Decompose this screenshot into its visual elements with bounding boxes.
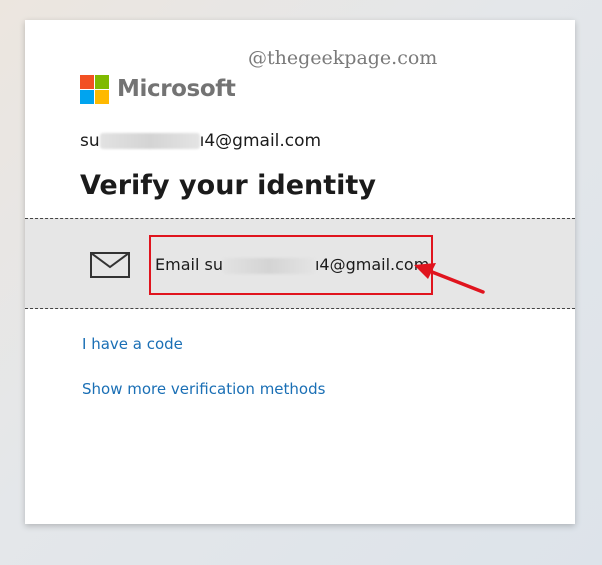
highlight-box: [149, 235, 433, 295]
redacted-text: [99, 133, 200, 149]
watermark: @thegeekpage.com: [248, 47, 438, 69]
more-methods-link[interactable]: Show more verification methods: [82, 380, 325, 398]
microsoft-logo: Microsoft: [80, 75, 236, 104]
account-email-prefix: su: [80, 131, 100, 151]
sign-in-card: Microsoft su ı4@gmail.com Verify your ide…: [25, 20, 575, 524]
microsoft-logo-icon: [80, 75, 109, 104]
brand-name: Microsoft: [117, 76, 236, 102]
page-title: Verify your identity: [80, 170, 376, 201]
have-code-link[interactable]: I have a code: [82, 335, 183, 353]
account-email-suffix: ı4@gmail.com: [199, 131, 322, 151]
envelope-icon: [90, 252, 130, 278]
verify-option-email[interactable]: Email su ı4@gmail.com: [25, 218, 575, 309]
red-arrow-icon: [414, 263, 485, 294]
account-email: su ı4@gmail.com: [80, 131, 321, 151]
